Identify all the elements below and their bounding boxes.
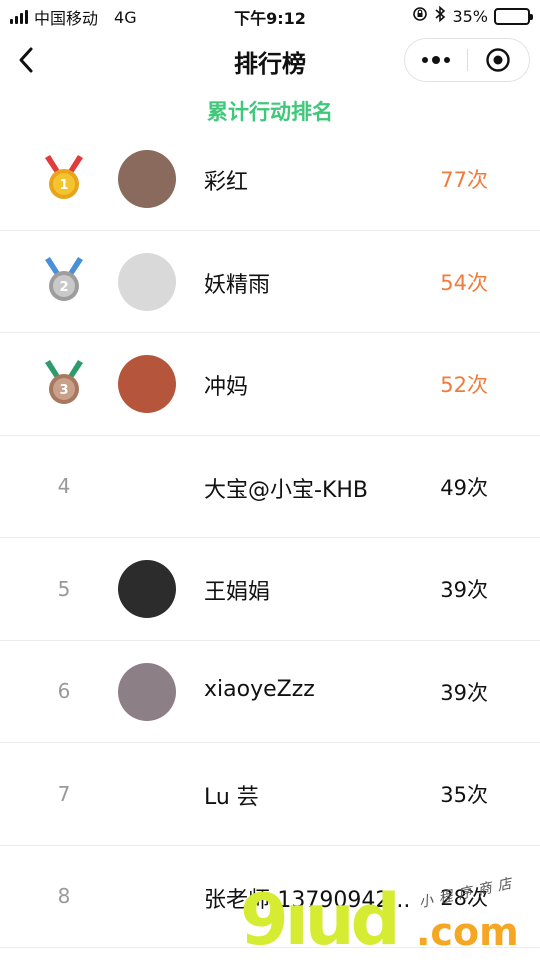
rank-cell: 4 — [36, 436, 92, 538]
action-count: 77次 — [440, 168, 488, 192]
rank-number: 5 — [57, 576, 71, 601]
bluetooth-icon — [434, 5, 446, 27]
action-count: 52次 — [440, 373, 488, 397]
watermark-domain: .com — [416, 910, 519, 954]
watermark-main: 9ıud — [240, 879, 401, 960]
ranking-row[interactable]: 7 Lu 芸 35次 — [0, 743, 540, 846]
rank-number: 8 — [57, 884, 71, 909]
bronze-medal-icon: 3 — [38, 356, 90, 412]
action-count: 39次 — [440, 578, 488, 602]
user-name: xiaoyeZzz — [204, 676, 315, 702]
svg-text:1: 1 — [59, 178, 68, 193]
user-name: Lu 芸 — [204, 785, 259, 810]
rank-cell: 3 — [36, 333, 92, 435]
avatar[interactable] — [118, 252, 176, 311]
more-button[interactable] — [405, 39, 467, 81]
mini-program-capsule — [404, 38, 530, 82]
svg-text:2: 2 — [59, 280, 68, 295]
status-bar: 中国移动 4G 下午9:12 35% — [0, 0, 540, 30]
rank-cell: 7 — [36, 743, 92, 845]
user-name: 妖精雨 — [204, 272, 271, 298]
ranking-row[interactable]: 3 冲妈 52次 — [0, 333, 540, 436]
target-close-icon — [486, 48, 510, 72]
battery-icon — [494, 7, 533, 25]
silver-medal-icon: 2 — [38, 253, 90, 309]
svg-text:3: 3 — [59, 383, 68, 398]
avatar[interactable] — [118, 355, 176, 413]
avatar[interactable] — [118, 867, 176, 926]
avatar[interactable] — [118, 150, 176, 208]
ranking-row[interactable]: 1 彩红 77次 — [0, 128, 540, 231]
ranking-row[interactable]: 2 妖精雨 54次 — [0, 231, 540, 333]
ranking-subtitle: 累计行动排名 — [207, 100, 333, 124]
user-name: 大宝@小宝-KHB — [204, 477, 369, 503]
status-right: 35% — [412, 5, 533, 27]
rank-cell: 6 — [36, 641, 92, 743]
rank-cell: 5 — [36, 538, 92, 640]
watermark-logo: 9ıud .com 小程序商店 — [240, 875, 540, 960]
user-name: 冲妈 — [204, 375, 249, 400]
rank-number: 4 — [57, 474, 71, 499]
avatar[interactable] — [118, 662, 176, 721]
rotation-lock-icon — [412, 6, 428, 26]
ranking-row[interactable]: 6 xiaoyeZzz 39次 — [0, 641, 540, 743]
action-count: 49次 — [440, 475, 488, 500]
rank-cell: 2 — [36, 231, 92, 333]
user-name: 王娟娟 — [204, 580, 271, 605]
action-count: 54次 — [440, 270, 488, 295]
action-count: 39次 — [440, 680, 488, 705]
avatar[interactable] — [118, 560, 176, 618]
ranking-row[interactable]: 4 大宝@小宝-KHB 49次 — [0, 436, 540, 538]
ranking-row[interactable]: 5 王娟娟 39次 — [0, 538, 540, 641]
avatar[interactable] — [118, 765, 176, 823]
ranking-list: 1 彩红 77次 2 妖精雨 54次 3 冲妈 52次 4 大宝@小宝-KHB 49次 5 王娟娟 39次 6… — [0, 128, 540, 948]
rank-number: 7 — [57, 781, 71, 806]
nav-bar: 排行榜 — [0, 30, 540, 90]
rank-cell: 1 — [36, 128, 92, 230]
avatar[interactable] — [118, 457, 176, 516]
action-count: 35次 — [440, 783, 488, 807]
rank-number: 6 — [57, 679, 71, 704]
rank-cell: 8 — [36, 846, 92, 948]
gold-medal-icon: 1 — [38, 151, 90, 207]
more-dots-icon — [422, 56, 450, 64]
battery-percent: 35% — [452, 6, 488, 26]
close-button[interactable] — [467, 39, 529, 81]
user-name: 彩红 — [204, 170, 249, 195]
